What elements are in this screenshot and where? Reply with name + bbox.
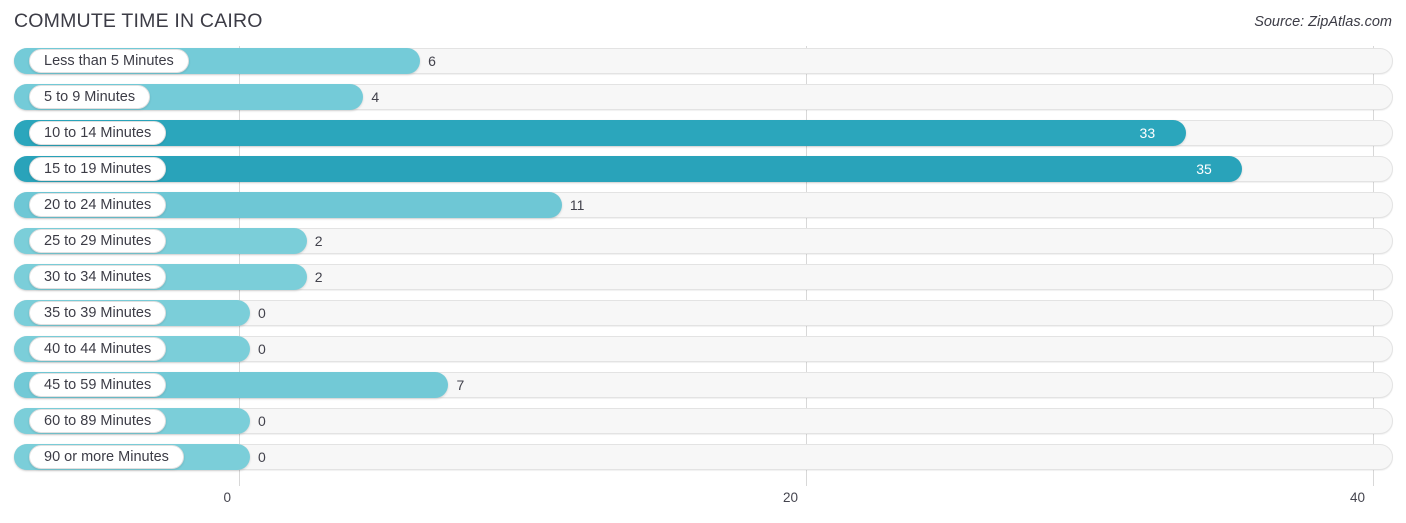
- axis-tick-label: 40: [1349, 490, 1365, 505]
- category-label-pill: 25 to 29 Minutes: [29, 229, 167, 253]
- bar[interactable]: [14, 120, 1186, 146]
- bar-value-label: 35: [1196, 161, 1212, 177]
- category-label-pill: Less than 5 Minutes: [29, 49, 189, 73]
- bar-row[interactable]: Less than 5 Minutes 6: [0, 46, 1406, 76]
- page-title: COMMUTE TIME IN CAIRO: [14, 10, 263, 32]
- category-label-pill: 5 to 9 Minutes: [29, 85, 151, 109]
- category-label: 10 to 14 Minutes: [44, 124, 152, 141]
- category-label-pill: 40 to 44 Minutes: [29, 337, 167, 361]
- category-label: 45 to 59 Minutes: [44, 376, 152, 393]
- category-label-pill: 10 to 14 Minutes: [29, 121, 167, 145]
- bar-value-label: 2: [314, 233, 323, 249]
- chart-header: COMMUTE TIME IN CAIRO Source: ZipAtlas.c…: [0, 0, 1406, 46]
- category-label: 35 to 39 Minutes: [44, 304, 152, 321]
- commute-time-bar-chart: COMMUTE TIME IN CAIRO Source: ZipAtlas.c…: [0, 0, 1406, 523]
- bar-row[interactable]: 20 to 24 Minutes 11: [0, 190, 1406, 220]
- bar-row[interactable]: 40 to 44 Minutes 0: [0, 334, 1406, 364]
- axis-tick-label: 20: [782, 490, 798, 505]
- category-label-pill: 90 or more Minutes: [29, 445, 184, 469]
- category-label-pill: 60 to 89 Minutes: [29, 409, 167, 433]
- bar-row[interactable]: 60 to 89 Minutes 0: [0, 406, 1406, 436]
- bar-value-label: 6: [428, 53, 436, 69]
- source-attribution: Source: ZipAtlas.com: [1254, 14, 1392, 30]
- category-label-pill: 20 to 24 Minutes: [29, 193, 167, 217]
- category-label: 30 to 34 Minutes: [44, 268, 152, 285]
- category-label-pill: 35 to 39 Minutes: [29, 301, 167, 325]
- bar-value-label: 7: [456, 377, 465, 393]
- bar-row[interactable]: 45 to 59 Minutes 7: [0, 370, 1406, 400]
- category-label: Less than 5 Minutes: [44, 52, 174, 69]
- bar-row[interactable]: 5 to 9 Minutes 4: [0, 82, 1406, 112]
- bar-value-label: 0: [258, 449, 266, 465]
- category-label-pill: 15 to 19 Minutes: [29, 157, 167, 181]
- bar-row[interactable]: 30 to 34 Minutes 2: [0, 262, 1406, 292]
- bar-row[interactable]: 10 to 14 Minutes 33: [0, 118, 1406, 148]
- category-label: 15 to 19 Minutes: [44, 160, 152, 177]
- bar-value-label: 0: [258, 305, 266, 321]
- axis-tick-label: 0: [223, 490, 231, 505]
- category-label: 90 or more Minutes: [44, 448, 169, 465]
- bar-value-label: 33: [1139, 125, 1156, 141]
- bar-row[interactable]: 15 to 19 Minutes 35: [0, 154, 1406, 184]
- bar-value-label: 0: [258, 413, 266, 429]
- bar-row[interactable]: 90 or more Minutes 0: [0, 442, 1406, 472]
- category-label: 25 to 29 Minutes: [44, 232, 152, 249]
- bar-value-label: 0: [258, 341, 266, 357]
- category-label: 20 to 24 Minutes: [44, 196, 152, 213]
- category-label-pill: 30 to 34 Minutes: [29, 265, 167, 289]
- category-label-pill: 45 to 59 Minutes: [29, 373, 167, 397]
- bar-rows: Less than 5 Minutes 6 5 to 9 Minutes 4 10 to…: [0, 46, 1406, 478]
- bar-value-label: 4: [371, 89, 380, 105]
- category-label: 5 to 9 Minutes: [44, 88, 136, 105]
- x-axis: 0 20 40: [0, 486, 1406, 523]
- bar[interactable]: [14, 156, 1243, 182]
- bar-row[interactable]: 35 to 39 Minutes 0: [0, 298, 1406, 328]
- bar-value-label: 2: [314, 269, 323, 285]
- plot-area: Less than 5 Minutes 6 5 to 9 Minutes 4 10 to…: [0, 46, 1406, 486]
- category-label: 40 to 44 Minutes: [44, 340, 152, 357]
- category-label: 60 to 89 Minutes: [44, 412, 152, 429]
- bar-value-label: 11: [569, 197, 585, 213]
- bar-row[interactable]: 25 to 29 Minutes 2: [0, 226, 1406, 256]
